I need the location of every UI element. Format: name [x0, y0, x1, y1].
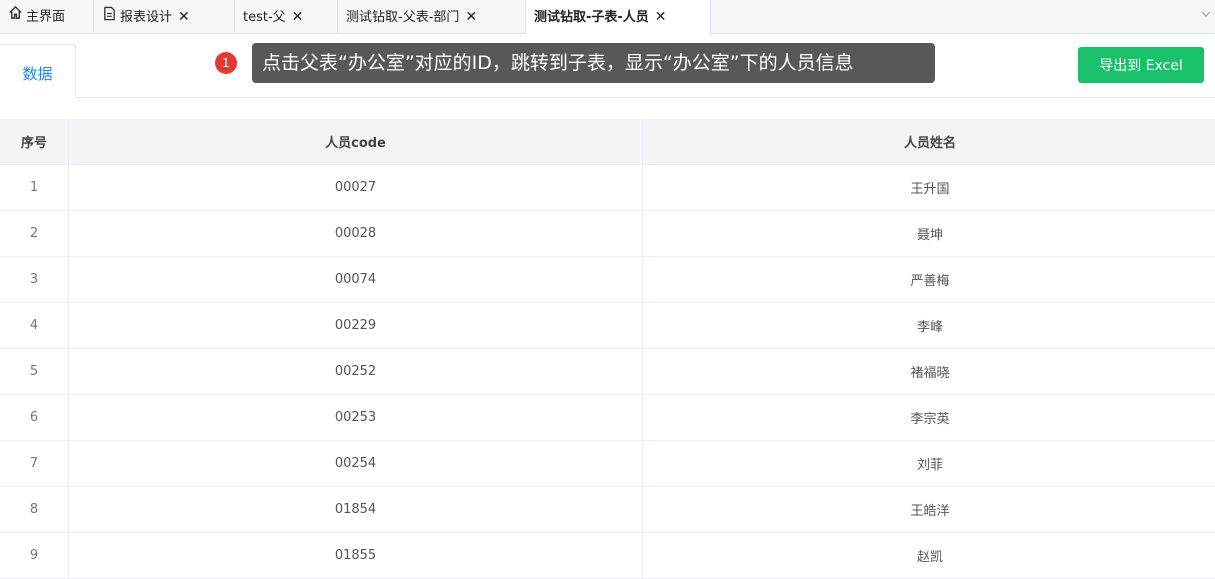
data-table: 序号 人员code 人员姓名 1 00027 王升国 2 00028 聂坤 3 … — [0, 119, 1215, 579]
cell-person-name: 聂坤 — [643, 211, 1215, 257]
tab-home[interactable]: 主界面 — [0, 0, 94, 34]
cell-index: 9 — [0, 533, 69, 579]
divider — [76, 97, 1215, 98]
table-row: 2 00028 聂坤 — [0, 211, 1215, 257]
cell-person-code: 00074 — [69, 257, 643, 303]
export-excel-button[interactable]: 导出到 Excel — [1078, 47, 1204, 83]
cell-index: 6 — [0, 395, 69, 441]
cell-person-code: 00253 — [69, 395, 643, 441]
cell-index: 5 — [0, 349, 69, 395]
cell-person-code: 00254 — [69, 441, 643, 487]
cell-index: 1 — [0, 165, 69, 211]
cell-person-code: 01855 — [69, 533, 643, 579]
tab-report-design[interactable]: 报表设计 ✕ — [94, 0, 235, 34]
cell-index: 3 — [0, 257, 69, 303]
table-row: 7 00254 刘菲 — [0, 441, 1215, 487]
cell-person-name: 王升国 — [643, 165, 1215, 211]
cell-person-name: 李峰 — [643, 303, 1215, 349]
tab-bar: 主界面 报表设计 ✕ test-父 ✕ 测试钻取-父表-部门 ✕ 测试钻取-子表-人员… — [0, 0, 1215, 34]
close-icon[interactable]: ✕ — [655, 9, 667, 25]
cell-person-name: 褚福晓 — [643, 349, 1215, 395]
close-icon[interactable]: ✕ — [465, 9, 477, 25]
annotation-tooltip: 点击父表“办公室”对应的ID，跳转到子表，显示“办公室”下的人员信息 — [252, 43, 935, 83]
cell-person-code: 00028 — [69, 211, 643, 257]
tab-drill-parent-dept[interactable]: 测试钻取-父表-部门 ✕ — [338, 0, 526, 34]
table-row: 5 00252 褚福晓 — [0, 349, 1215, 395]
tab-label: 主界面 — [26, 10, 65, 25]
tab-label: 报表设计 — [120, 10, 172, 25]
table-row: 1 00027 王升国 — [0, 165, 1215, 211]
tab-label: 测试钻取-子表-人员 — [534, 10, 649, 25]
document-icon — [102, 1, 117, 35]
column-header-index[interactable]: 序号 — [0, 119, 69, 165]
close-icon[interactable]: ✕ — [178, 9, 190, 25]
tab-test-parent[interactable]: test-父 ✕ — [235, 0, 338, 34]
cell-person-name: 王皓洋 — [643, 487, 1215, 533]
column-header-person-code[interactable]: 人员code — [69, 119, 643, 165]
cell-person-name: 赵凯 — [643, 533, 1215, 579]
close-icon[interactable]: ✕ — [292, 9, 304, 25]
cell-person-code: 01854 — [69, 487, 643, 533]
table-row: 4 00229 李峰 — [0, 303, 1215, 349]
cell-person-code: 00229 — [69, 303, 643, 349]
cell-index: 7 — [0, 441, 69, 487]
cell-person-code: 00027 — [69, 165, 643, 211]
tab-label: test-父 — [243, 10, 286, 25]
tab-drill-child-person[interactable]: 测试钻取-子表-人员 ✕ — [526, 0, 711, 35]
tab-data[interactable]: 数据 — [0, 44, 76, 98]
cell-person-name: 刘菲 — [643, 441, 1215, 487]
table-header-row: 序号 人员code 人员姓名 — [0, 119, 1215, 165]
tab-label: 测试钻取-父表-部门 — [346, 10, 459, 25]
cell-index: 8 — [0, 487, 69, 533]
column-header-person-name[interactable]: 人员姓名 — [643, 119, 1215, 165]
chevron-down-icon[interactable] — [1201, 8, 1211, 22]
home-icon — [8, 0, 23, 34]
table-row: 3 00074 严善梅 — [0, 257, 1215, 303]
cell-person-name: 严善梅 — [643, 257, 1215, 303]
table-row: 8 01854 王皓洋 — [0, 487, 1215, 533]
cell-person-name: 李宗英 — [643, 395, 1215, 441]
cell-index: 4 — [0, 303, 69, 349]
table-row: 9 01855 赵凯 — [0, 533, 1215, 579]
cell-index: 2 — [0, 211, 69, 257]
annotation-badge: 1 — [215, 52, 237, 74]
cell-person-code: 00252 — [69, 349, 643, 395]
table-row: 6 00253 李宗英 — [0, 395, 1215, 441]
